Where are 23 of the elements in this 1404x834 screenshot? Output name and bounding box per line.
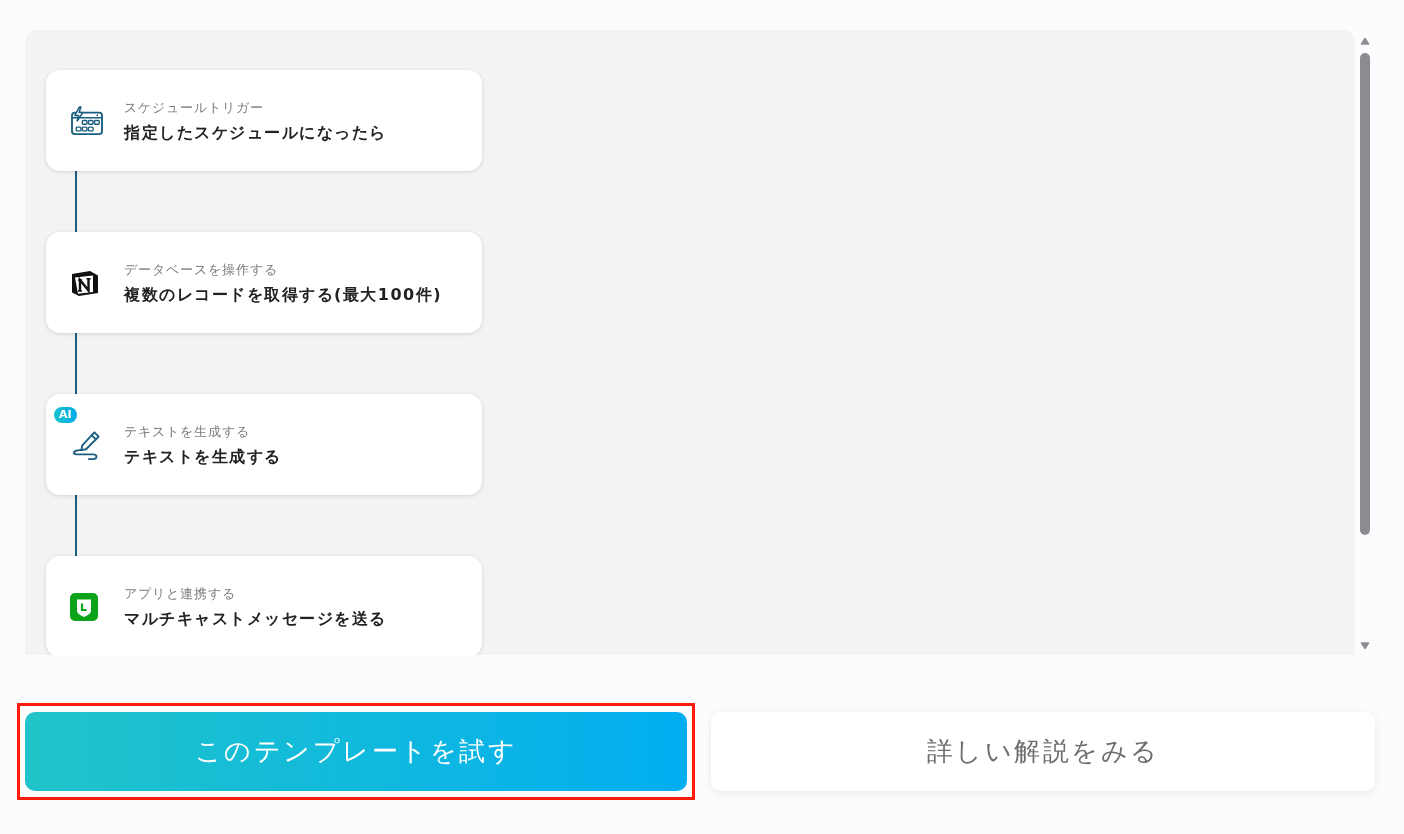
calendar-bolt-icon — [70, 105, 104, 136]
scrollbar-thumb[interactable] — [1360, 53, 1370, 535]
step-title: 指定したスケジュールになったら — [124, 121, 387, 143]
step-category: アプリと連携する — [124, 584, 237, 602]
l-badge-icon — [70, 592, 98, 621]
scroll-down-icon[interactable] — [1360, 642, 1370, 650]
step-card[interactable]: アプリと連携する マルチキャストメッセージを送る — [46, 556, 482, 655]
scroll-up-icon[interactable] — [1360, 37, 1370, 45]
step-card[interactable]: スケジュールトリガー 指定したスケジュールになったら — [46, 70, 482, 171]
connector-line — [75, 495, 77, 556]
step-title: テキストを生成する — [124, 445, 282, 467]
step-category: テキストを生成する — [124, 422, 251, 440]
connector-line — [75, 333, 77, 394]
step-card[interactable]: データベースを操作する 複数のレコードを取得する(最大100件) — [46, 232, 482, 333]
pen-squiggle-icon — [70, 429, 102, 460]
ai-badge: AI — [54, 407, 77, 423]
details-button[interactable]: 詳しい解説をみる — [711, 712, 1375, 791]
step-category: データベースを操作する — [124, 260, 279, 278]
connector-line — [75, 171, 77, 232]
step-category: スケジュールトリガー — [124, 98, 265, 116]
step-card[interactable]: AI テキストを生成する テキストを生成する — [46, 394, 482, 495]
step-title: 複数のレコードを取得する(最大100件) — [124, 283, 443, 305]
step-title: マルチキャストメッセージを送る — [124, 607, 387, 629]
